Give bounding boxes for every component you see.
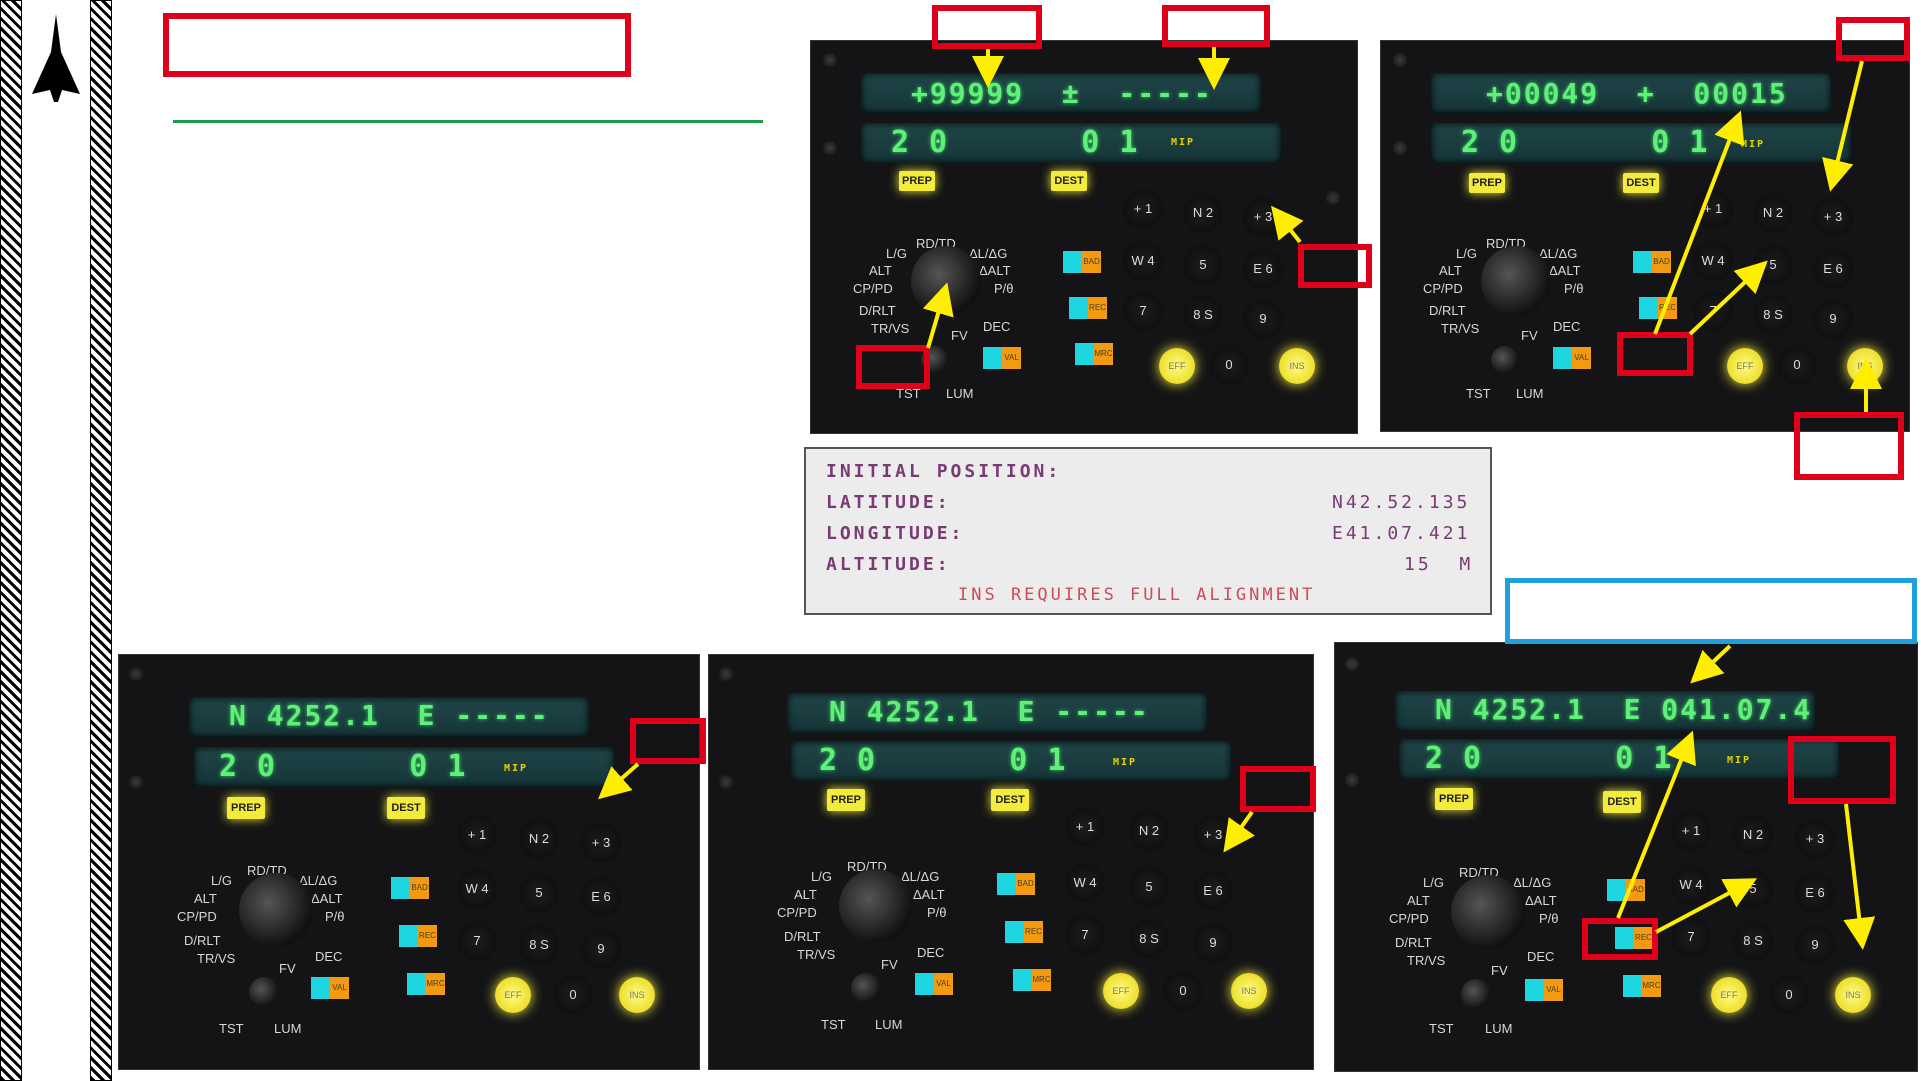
- arrow-overlay: [598, 47, 1882, 950]
- arrow: [1223, 810, 1255, 853]
- arrow: [922, 282, 954, 349]
- arrow: [1822, 60, 1864, 192]
- arrow: [1690, 644, 1732, 684]
- arrow: [1271, 205, 1304, 244]
- arrow: [1843, 803, 1876, 950]
- arrow: [1655, 878, 1758, 934]
- arrow: [1616, 730, 1696, 919]
- arrow: [1688, 260, 1768, 336]
- arrow: [598, 762, 640, 800]
